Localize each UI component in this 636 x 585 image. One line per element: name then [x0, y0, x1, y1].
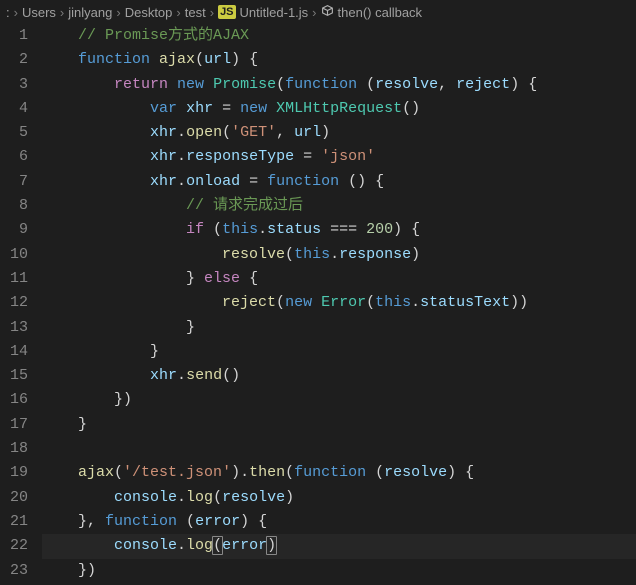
line-number: 14 — [0, 340, 28, 364]
code-line[interactable]: function ajax(url) { — [42, 48, 636, 72]
line-number: 15 — [0, 364, 28, 388]
code-line[interactable]: xhr.responseType = 'json' — [42, 145, 636, 169]
breadcrumb-symbol[interactable]: then() callback — [338, 5, 423, 20]
line-number: 20 — [0, 486, 28, 510]
code-line[interactable]: console.log(resolve) — [42, 486, 636, 510]
code-line[interactable]: }, function (error) { — [42, 510, 636, 534]
line-number: 13 — [0, 316, 28, 340]
code-line[interactable]: }) — [42, 388, 636, 412]
code-line[interactable]: }) — [42, 559, 636, 583]
code-line[interactable]: if (this.status === 200) { — [42, 218, 636, 242]
code-line[interactable]: } else { — [42, 267, 636, 291]
line-number: 3 — [0, 73, 28, 97]
code-line[interactable]: } — [42, 316, 636, 340]
line-number: 2 — [0, 48, 28, 72]
breadcrumb-more: : — [6, 5, 10, 20]
cube-icon — [321, 4, 334, 20]
code-line[interactable]: // Promise方式的AJAX — [42, 24, 636, 48]
line-number: 12 — [0, 291, 28, 315]
code-line[interactable]: } — [42, 340, 636, 364]
line-number: 23 — [0, 559, 28, 583]
code-line[interactable]: resolve(this.response) — [42, 243, 636, 267]
line-number: 22 — [0, 534, 28, 558]
breadcrumb-item[interactable]: Users — [22, 5, 56, 20]
code-line[interactable]: return new Promise(function (resolve, re… — [42, 73, 636, 97]
line-number-gutter: 1234567891011121314151617181920212223 — [0, 24, 42, 585]
code-line[interactable]: // 请求完成过后 — [42, 194, 636, 218]
code-line[interactable]: xhr.send() — [42, 364, 636, 388]
code-line[interactable]: var xhr = new XMLHttpRequest() — [42, 97, 636, 121]
breadcrumb-item[interactable]: test — [185, 5, 206, 20]
breadcrumb[interactable]: : › Users › jinlyang › Desktop › test › … — [0, 0, 636, 24]
breadcrumb-item[interactable]: Desktop — [125, 5, 173, 20]
line-number: 18 — [0, 437, 28, 461]
line-number: 6 — [0, 145, 28, 169]
line-number: 5 — [0, 121, 28, 145]
line-number: 8 — [0, 194, 28, 218]
chevron-right-icon: › — [176, 5, 180, 20]
code-area[interactable]: // Promise方式的AJAX function ajax(url) { r… — [42, 24, 636, 585]
chevron-right-icon: › — [60, 5, 64, 20]
line-number: 10 — [0, 243, 28, 267]
chevron-right-icon: › — [116, 5, 120, 20]
code-line[interactable]: ajax('/test.json').then(function (resolv… — [42, 461, 636, 485]
breadcrumb-item[interactable]: jinlyang — [68, 5, 112, 20]
line-number: 4 — [0, 97, 28, 121]
line-number: 7 — [0, 170, 28, 194]
line-number: 21 — [0, 510, 28, 534]
code-line[interactable]: xhr.onload = function () { — [42, 170, 636, 194]
chevron-right-icon: › — [312, 5, 316, 20]
code-line[interactable] — [42, 437, 636, 461]
code-line[interactable]: } — [42, 413, 636, 437]
code-editor[interactable]: 1234567891011121314151617181920212223 //… — [0, 24, 636, 585]
line-number: 16 — [0, 388, 28, 412]
line-number: 11 — [0, 267, 28, 291]
js-file-icon: JS — [218, 5, 235, 19]
chevron-right-icon: › — [210, 5, 214, 20]
line-number: 9 — [0, 218, 28, 242]
code-line[interactable]: xhr.open('GET', url) — [42, 121, 636, 145]
code-line[interactable]: reject(new Error(this.statusText)) — [42, 291, 636, 315]
line-number: 1 — [0, 24, 28, 48]
line-number: 17 — [0, 413, 28, 437]
chevron-right-icon: › — [14, 5, 18, 20]
line-number: 19 — [0, 461, 28, 485]
code-line[interactable]: console.log(error) — [42, 534, 636, 558]
breadcrumb-file[interactable]: Untitled-1.js — [240, 5, 309, 20]
